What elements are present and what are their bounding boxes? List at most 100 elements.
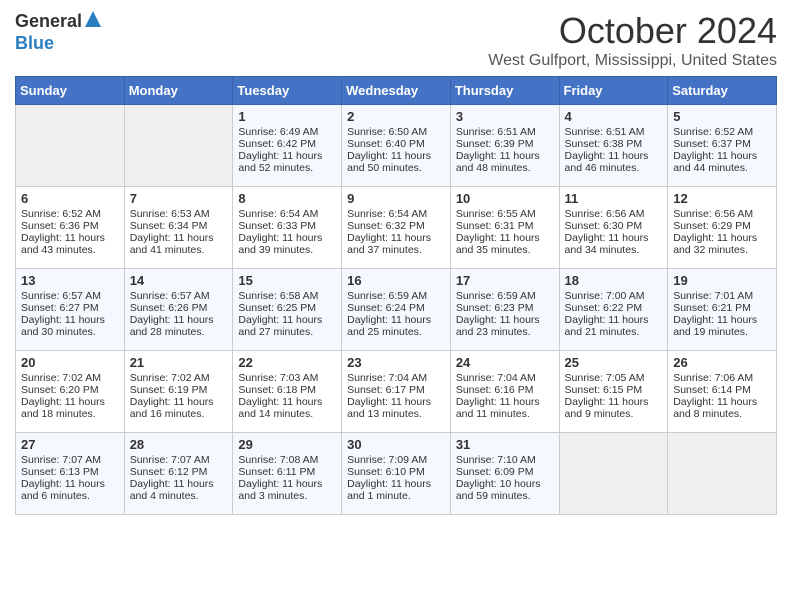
day-number: 2 [347,109,445,124]
day-number: 8 [238,191,336,206]
sunrise-text: Sunrise: 7:10 AM [456,454,554,466]
table-row: 21Sunrise: 7:02 AMSunset: 6:19 PMDayligh… [124,351,233,433]
day-number: 19 [673,273,771,288]
sunset-text: Sunset: 6:31 PM [456,220,554,232]
sunrise-text: Sunrise: 6:57 AM [21,290,119,302]
calendar-week-row: 13Sunrise: 6:57 AMSunset: 6:27 PMDayligh… [16,269,777,351]
day-number: 30 [347,437,445,452]
table-row: 8Sunrise: 6:54 AMSunset: 6:33 PMDaylight… [233,187,342,269]
sunrise-text: Sunrise: 6:59 AM [347,290,445,302]
day-number: 4 [565,109,663,124]
table-row: 24 Sunrise: 7:04 AMSunset: 6:16 PMDayligh… [450,351,559,433]
sunset-text: Sunset: 6:32 PM [347,220,445,232]
table-row: 7Sunrise: 6:53 AMSunset: 6:34 PMDaylight… [124,187,233,269]
sunset-text: Sunset: 6:09 PM [456,466,554,478]
sunset-text: Sunset: 6:19 PM [130,384,228,396]
daylight-text: Daylight: 11 hours and 30 minutes. [21,314,119,338]
day-number: 29 [238,437,336,452]
table-row: 31 Sunrise: 7:10 AMSunset: 6:09 PMDayligh… [450,433,559,515]
daylight-text: Daylight: 11 hours and 35 minutes. [456,232,554,256]
sunrise-text: Sunrise: 6:54 AM [347,208,445,220]
daylight-text: Daylight: 11 hours and 16 minutes. [130,396,228,420]
sunset-text: Sunset: 6:22 PM [565,302,663,314]
daylight-text: Daylight: 11 hours and 32 minutes. [673,232,771,256]
day-number: 9 [347,191,445,206]
daylight-text: Daylight: 11 hours and 44 minutes. [673,150,771,174]
daylight-text: Daylight: 10 hours and 59 minutes. [456,478,554,502]
day-number: 1 [238,109,336,124]
sunset-text: Sunset: 6:42 PM [238,138,336,150]
sunrise-text: Sunrise: 6:50 AM [347,126,445,138]
sunrise-text: Sunrise: 6:53 AM [130,208,228,220]
sunset-text: Sunset: 6:37 PM [673,138,771,150]
day-number: 20 [21,355,119,370]
table-row: 16Sunrise: 6:59 AMSunset: 6:24 PMDayligh… [342,269,451,351]
daylight-text: Daylight: 11 hours and 39 minutes. [238,232,336,256]
day-number: 24 [456,355,554,370]
calendar-container: General Blue October 2024 West Gulfport,… [0,0,792,530]
sunrise-text: Sunrise: 6:58 AM [238,290,336,302]
day-number: 26 [673,355,771,370]
title-block: October 2024 West Gulfport, Mississippi,… [488,10,777,70]
table-row: 20Sunrise: 7:02 AMSunset: 6:20 PMDayligh… [16,351,125,433]
day-number: 14 [130,273,228,288]
sunrise-text: Sunrise: 6:52 AM [673,126,771,138]
table-row: 25Sunrise: 7:05 AMSunset: 6:15 PMDayligh… [559,351,668,433]
header: General Blue October 2024 West Gulfport,… [15,10,777,70]
table-row: 15Sunrise: 6:58 AMSunset: 6:25 PMDayligh… [233,269,342,351]
sunrise-text: Sunrise: 7:04 AM [347,372,445,384]
sunset-text: Sunset: 6:16 PM [456,384,554,396]
table-row: 19Sunrise: 7:01 AMSunset: 6:21 PMDayligh… [668,269,777,351]
daylight-text: Daylight: 11 hours and 48 minutes. [456,150,554,174]
calendar-table: Sunday Monday Tuesday Wednesday Thursday… [15,76,777,515]
sunset-text: Sunset: 6:24 PM [347,302,445,314]
daylight-text: Daylight: 11 hours and 13 minutes. [347,396,445,420]
day-number: 31 [456,437,554,452]
sunset-text: Sunset: 6:15 PM [565,384,663,396]
daylight-text: Daylight: 11 hours and 8 minutes. [673,396,771,420]
daylight-text: Daylight: 11 hours and 46 minutes. [565,150,663,174]
sunrise-text: Sunrise: 7:04 AM [456,372,554,384]
table-row [124,105,233,187]
daylight-text: Daylight: 11 hours and 11 minutes. [456,396,554,420]
col-thursday: Thursday [450,77,559,105]
sunrise-text: Sunrise: 7:08 AM [238,454,336,466]
table-row: 5Sunrise: 6:52 AMSunset: 6:37 PMDaylight… [668,105,777,187]
table-row: 12Sunrise: 6:56 AMSunset: 6:29 PMDayligh… [668,187,777,269]
sunset-text: Sunset: 6:25 PM [238,302,336,314]
sunrise-text: Sunrise: 7:07 AM [130,454,228,466]
sunrise-text: Sunrise: 7:03 AM [238,372,336,384]
logo-general-text: General [15,11,82,32]
sunset-text: Sunset: 6:39 PM [456,138,554,150]
sunset-text: Sunset: 6:36 PM [21,220,119,232]
daylight-text: Daylight: 11 hours and 37 minutes. [347,232,445,256]
daylight-text: Daylight: 11 hours and 43 minutes. [21,232,119,256]
sunset-text: Sunset: 6:11 PM [238,466,336,478]
col-saturday: Saturday [668,77,777,105]
table-row: 2Sunrise: 6:50 AMSunset: 6:40 PMDaylight… [342,105,451,187]
sunrise-text: Sunrise: 6:49 AM [238,126,336,138]
daylight-text: Daylight: 11 hours and 28 minutes. [130,314,228,338]
sunrise-text: Sunrise: 6:51 AM [456,126,554,138]
sunrise-text: Sunrise: 6:54 AM [238,208,336,220]
daylight-text: Daylight: 11 hours and 4 minutes. [130,478,228,502]
daylight-text: Daylight: 11 hours and 27 minutes. [238,314,336,338]
logo-blue-text: Blue [15,33,54,53]
day-number: 12 [673,191,771,206]
day-number: 21 [130,355,228,370]
col-monday: Monday [124,77,233,105]
day-number: 28 [130,437,228,452]
sunrise-text: Sunrise: 6:56 AM [673,208,771,220]
calendar-week-row: 6Sunrise: 6:52 AMSunset: 6:36 PMDaylight… [16,187,777,269]
daylight-text: Daylight: 11 hours and 14 minutes. [238,396,336,420]
table-row: 9 Sunrise: 6:54 AMSunset: 6:32 PMDaylight… [342,187,451,269]
day-number: 7 [130,191,228,206]
day-number: 23 [347,355,445,370]
daylight-text: Daylight: 11 hours and 23 minutes. [456,314,554,338]
daylight-text: Daylight: 11 hours and 21 minutes. [565,314,663,338]
sunset-text: Sunset: 6:34 PM [130,220,228,232]
table-row [16,105,125,187]
sunset-text: Sunset: 6:17 PM [347,384,445,396]
daylight-text: Daylight: 11 hours and 3 minutes. [238,478,336,502]
col-tuesday: Tuesday [233,77,342,105]
